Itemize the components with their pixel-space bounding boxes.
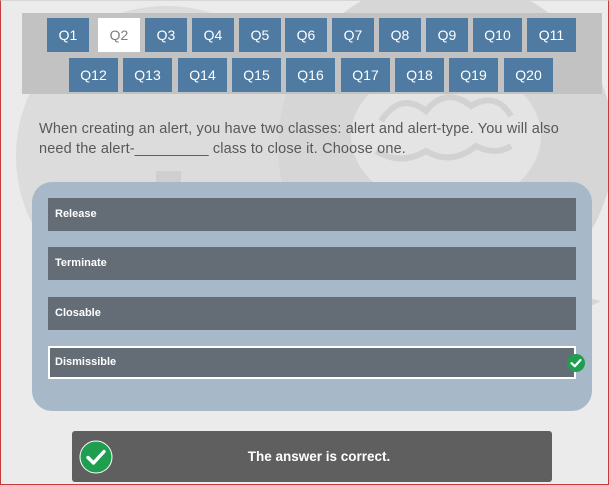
- nav-button-q5[interactable]: Q5: [239, 18, 281, 52]
- nav-button-q14[interactable]: Q14: [178, 58, 227, 92]
- nav-button-q10[interactable]: Q10: [473, 18, 522, 52]
- nav-button-q11[interactable]: Q11: [527, 18, 576, 52]
- nav-button-q2[interactable]: Q2: [98, 18, 140, 52]
- option-closable[interactable]: Closable: [48, 297, 576, 330]
- nav-button-q4[interactable]: Q4: [192, 18, 234, 52]
- question-text: When creating an alert, you have two cla…: [39, 121, 559, 157]
- option-terminate[interactable]: Terminate: [48, 247, 576, 280]
- nav-button-q8[interactable]: Q8: [379, 18, 421, 52]
- nav-button-q1[interactable]: Q1: [47, 18, 89, 52]
- options-panel: Release Terminate Closable Dismissible: [32, 182, 592, 411]
- nav-button-q16[interactable]: Q16: [286, 58, 335, 92]
- nav-button-q12[interactable]: Q12: [69, 58, 118, 92]
- nav-button-q13[interactable]: Q13: [123, 58, 172, 92]
- nav-button-q3[interactable]: Q3: [145, 18, 187, 52]
- nav-button-q7[interactable]: Q7: [332, 18, 374, 52]
- nav-button-q19[interactable]: Q19: [449, 58, 498, 92]
- nav-button-q18[interactable]: Q18: [395, 58, 444, 92]
- quiz-window: Q1 Q2 Q3 Q4 Q5 Q6 Q7 Q8 Q9 Q10 Q11 Q12 Q13 Q14 Q15 Q16 Q…: [0, 0, 609, 485]
- nav-button-q15[interactable]: Q15: [232, 58, 281, 92]
- nav-button-q9[interactable]: Q9: [426, 18, 468, 52]
- result-text: The answer is correct.: [247, 449, 391, 464]
- nav-button-q20[interactable]: Q20: [504, 58, 553, 92]
- option-release[interactable]: Release: [48, 198, 576, 231]
- check-circle-icon: [567, 354, 585, 372]
- result-banner: The answer is correct.: [72, 431, 552, 482]
- nav-button-q6[interactable]: Q6: [285, 18, 327, 52]
- option-dismissible[interactable]: Dismissible: [48, 346, 576, 379]
- nav-button-q17[interactable]: Q17: [341, 58, 390, 92]
